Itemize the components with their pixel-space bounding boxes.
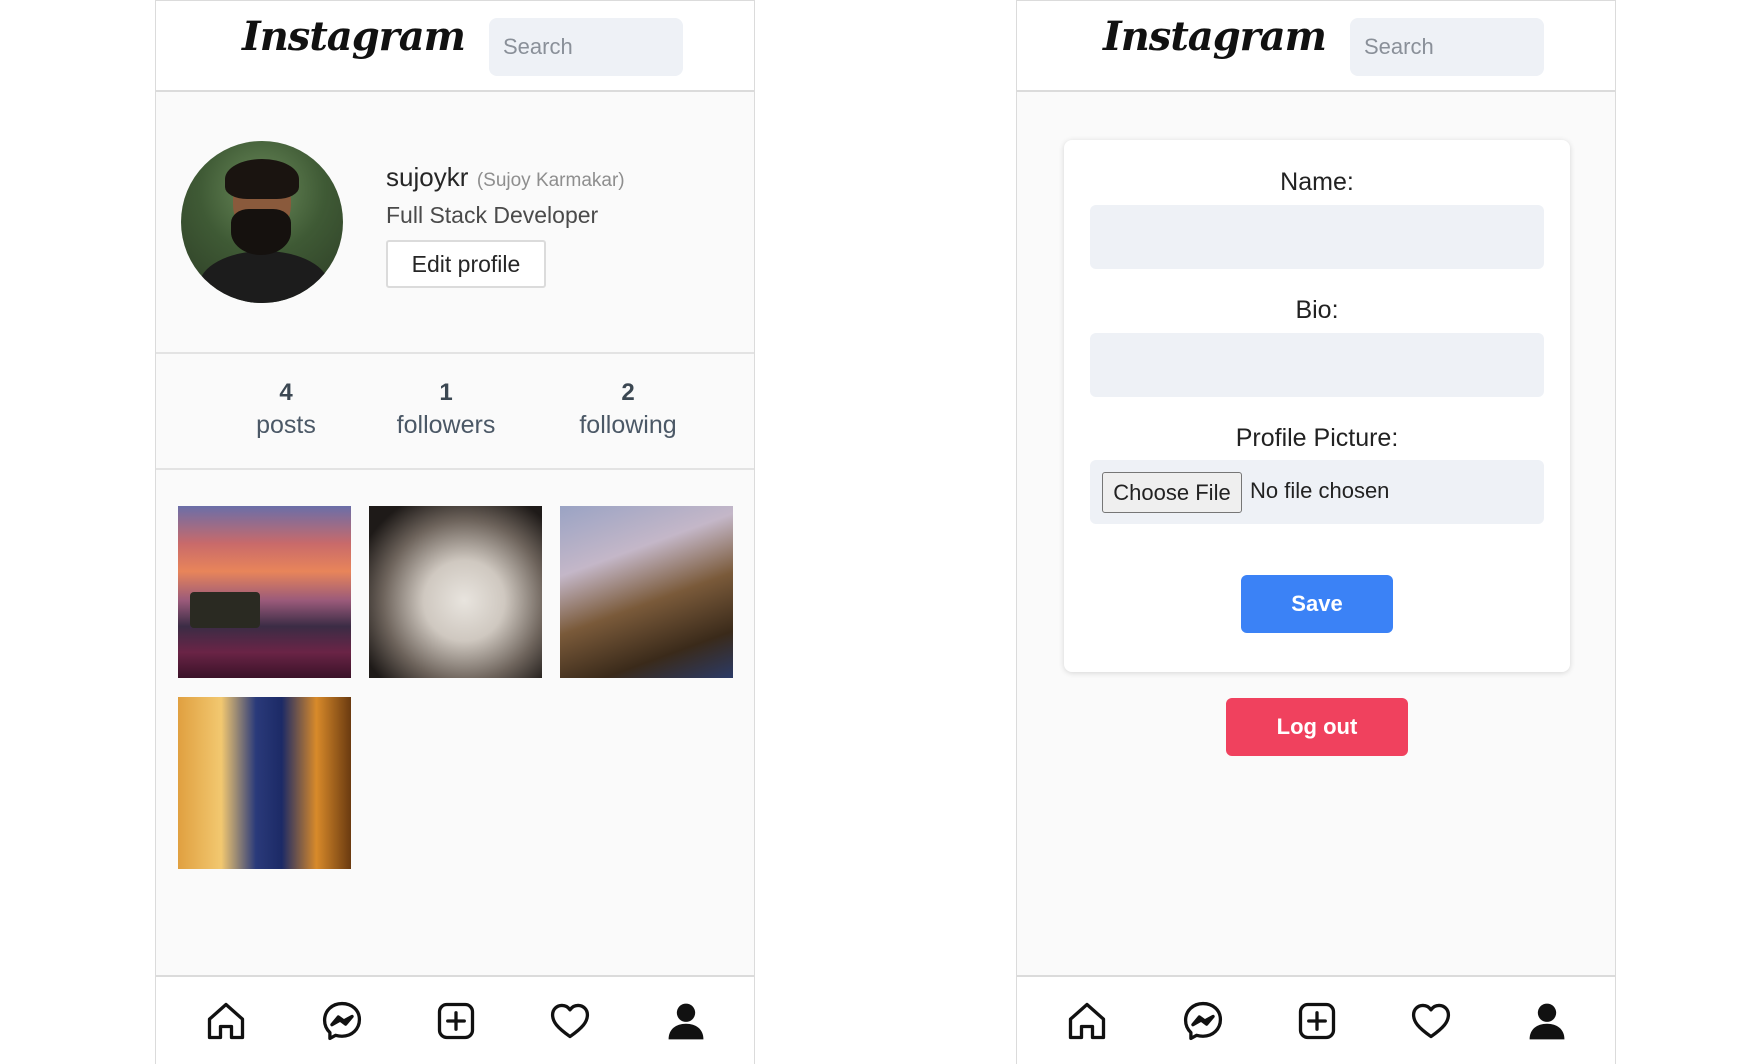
- stat-posts: 4 posts: [211, 378, 361, 442]
- profile-icon[interactable]: [664, 999, 708, 1043]
- post-thumbnail[interactable]: [560, 506, 733, 678]
- logout-button[interactable]: Log out: [1226, 698, 1408, 756]
- profile-picture-file-input: Choose File No file chosen: [1090, 460, 1544, 524]
- home-icon[interactable]: [1065, 999, 1109, 1043]
- search-input[interactable]: [489, 18, 683, 76]
- stat-value: 2: [621, 379, 635, 406]
- top-bar: Instagram: [1017, 0, 1615, 92]
- stat-value: 4: [279, 379, 293, 406]
- edit-profile-form: Name: Bio: Profile Picture: Choose File …: [1064, 140, 1570, 672]
- choose-file-button[interactable]: Choose File: [1102, 472, 1242, 513]
- messenger-icon[interactable]: [320, 999, 364, 1043]
- profile-icon[interactable]: [1525, 999, 1569, 1043]
- bottom-nav: [156, 975, 754, 1064]
- post-thumbnail[interactable]: [178, 506, 351, 678]
- bottom-nav: [1017, 975, 1615, 1064]
- instagram-logo[interactable]: Instagram: [1103, 13, 1327, 60]
- profile-bio: Full Stack Developer: [386, 202, 599, 228]
- bio-label: Bio:: [1295, 296, 1339, 324]
- search-input[interactable]: [1350, 18, 1544, 76]
- edit-profile-screen: Instagram Name: Bio: Profile Picture: Ch…: [1016, 0, 1616, 1064]
- instagram-logo[interactable]: Instagram: [242, 13, 466, 60]
- home-icon[interactable]: [204, 999, 248, 1043]
- top-bar: Instagram: [156, 0, 754, 92]
- username: sujoykr: [386, 162, 469, 192]
- heart-icon[interactable]: [548, 999, 592, 1043]
- stat-following[interactable]: 2 following: [553, 378, 703, 442]
- divider: [156, 352, 754, 354]
- stat-label: posts: [256, 411, 316, 439]
- messenger-icon[interactable]: [1181, 999, 1225, 1043]
- save-button[interactable]: Save: [1241, 575, 1393, 633]
- name-label: Name:: [1280, 168, 1354, 196]
- name-input[interactable]: [1090, 205, 1544, 269]
- add-post-icon[interactable]: [1295, 999, 1339, 1043]
- profile-picture-label: Profile Picture:: [1235, 424, 1399, 452]
- stat-value: 1: [439, 379, 453, 406]
- edit-profile-button[interactable]: Edit profile: [386, 240, 546, 288]
- profile-screen: Instagram sujoykr (Sujoy Karmakar) Full …: [155, 0, 755, 1064]
- full-name: (Sujoy Karmakar): [476, 170, 625, 191]
- heart-icon[interactable]: [1409, 999, 1453, 1043]
- username-row: sujoykr (Sujoy Karmakar): [386, 162, 625, 193]
- post-thumbnail[interactable]: [369, 506, 542, 678]
- stat-label: following: [579, 411, 677, 439]
- stat-label: followers: [396, 411, 496, 439]
- post-thumbnail[interactable]: [178, 697, 351, 869]
- divider: [156, 468, 754, 470]
- avatar[interactable]: [181, 141, 343, 303]
- stat-followers[interactable]: 1 followers: [371, 378, 521, 442]
- bio-input[interactable]: [1090, 333, 1544, 397]
- file-status: No file chosen: [1250, 478, 1390, 503]
- add-post-icon[interactable]: [434, 999, 478, 1043]
